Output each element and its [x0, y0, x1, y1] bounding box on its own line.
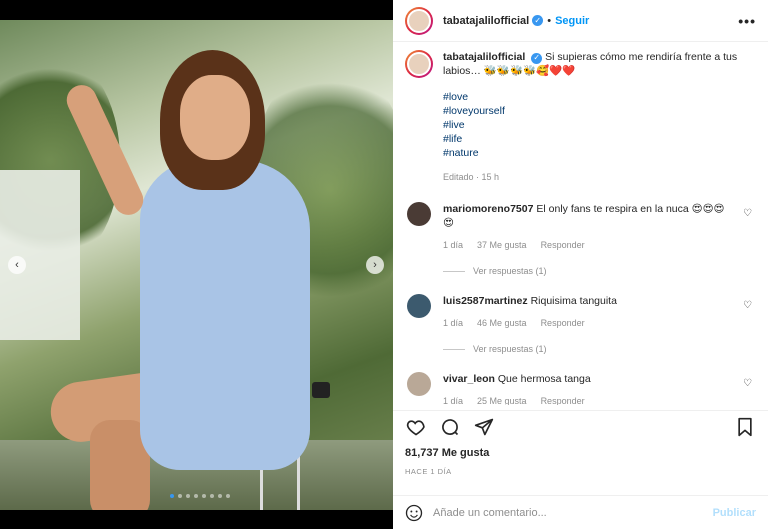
commenter-username[interactable]: mariomoreno7507: [443, 203, 533, 215]
avatar-image: [407, 8, 431, 33]
hashtag-list: #love #loveyourself #live #life #nature: [443, 90, 743, 160]
reply-button[interactable]: Responder: [541, 316, 585, 330]
post-caption: tabatajalilofficial ✓ Si supieras cómo m…: [405, 50, 756, 184]
hashtag-link[interactable]: #live: [443, 118, 743, 132]
post-media: ‹ ›: [0, 0, 393, 529]
profile-avatar[interactable]: [405, 6, 433, 35]
like-comment-heart-icon[interactable]: ♡: [743, 378, 752, 389]
view-replies-label: Ver respuestas (1): [473, 266, 547, 276]
comment-item: mariomoreno7507 El only fans te respira …: [405, 202, 756, 252]
post-panel: tabatajalilofficial ✓ • Seguir ••• tabat…: [393, 0, 768, 529]
post-header: tabatajalilofficial ✓ • Seguir •••: [393, 0, 768, 42]
like-count[interactable]: 81,737 Me gusta: [405, 447, 489, 459]
carousel-dot: [226, 494, 230, 498]
comment-age[interactable]: 1 día: [443, 394, 463, 405]
avatar-image: [407, 52, 431, 76]
hashtag-link[interactable]: #life: [443, 132, 743, 146]
post-timestamp: HACE 1 DÍA: [405, 467, 452, 476]
commenter-avatar[interactable]: [407, 294, 431, 318]
comment-bubble-icon[interactable]: [439, 416, 461, 438]
caption-username[interactable]: tabatajalilofficial: [443, 51, 525, 63]
add-comment-bar: Publicar: [393, 495, 768, 529]
carousel-dot: [202, 494, 206, 498]
carousel-next-button[interactable]: ›: [366, 256, 384, 274]
commenter-avatar[interactable]: [407, 372, 431, 396]
carousel-prev-button[interactable]: ‹: [8, 256, 26, 274]
post-photo[interactable]: [0, 20, 393, 510]
hashtag-link[interactable]: #love: [443, 90, 743, 104]
carousel-dot: [218, 494, 222, 498]
comment-item: luis2587martinez Riquisima tanguita 1 dí…: [405, 294, 756, 330]
comment-text: Que hermosa tanga: [497, 373, 591, 385]
emoji-icon[interactable]: [405, 504, 423, 522]
carousel-dot: [170, 494, 174, 498]
publish-button[interactable]: Publicar: [713, 507, 756, 519]
comments-list[interactable]: tabatajalilofficial ✓ Si supieras cómo m…: [393, 50, 768, 405]
hashtag-link[interactable]: #loveyourself: [443, 104, 743, 118]
comment-item: vivar_leon Que hermosa tanga 1 día 25 Me…: [405, 372, 756, 405]
replies-line: [443, 348, 465, 350]
separator-dot: •: [547, 14, 552, 27]
verified-badge-icon: ✓: [532, 15, 544, 26]
smartwatch: [312, 382, 330, 398]
comment-age[interactable]: 1 día: [443, 238, 463, 252]
share-paper-plane-icon[interactable]: [473, 416, 495, 438]
background-wall: [0, 170, 80, 340]
like-comment-heart-icon[interactable]: ♡: [743, 300, 752, 311]
profile-avatar[interactable]: [405, 50, 433, 78]
view-replies-label: Ver respuestas (1): [473, 344, 547, 354]
commenter-username[interactable]: luis2587martinez: [443, 295, 528, 307]
like-comment-heart-icon[interactable]: ♡: [743, 208, 752, 219]
save-bookmark-icon[interactable]: [734, 416, 756, 438]
comment-likes[interactable]: 37 Me gusta: [477, 238, 527, 252]
carousel-dot: [178, 494, 182, 498]
commenter-avatar[interactable]: [407, 202, 431, 226]
like-heart-icon[interactable]: [405, 416, 427, 438]
view-replies-button[interactable]: Ver respuestas (1): [443, 266, 756, 276]
caption-edited-time: Editado · 15 h: [443, 172, 500, 182]
carousel-dot: [186, 494, 190, 498]
person-dress: [140, 160, 310, 470]
author-username[interactable]: tabatajalilofficial: [443, 15, 529, 27]
comment-likes[interactable]: 46 Me gusta: [477, 316, 527, 330]
follow-button[interactable]: Seguir: [555, 15, 589, 27]
replies-line: [443, 270, 465, 272]
reply-button[interactable]: Responder: [541, 238, 585, 252]
hashtag-link[interactable]: #nature: [443, 146, 743, 160]
comment-likes[interactable]: 25 Me gusta: [477, 394, 527, 405]
verified-badge-icon: ✓: [531, 52, 543, 64]
commenter-username[interactable]: vivar_leon: [443, 373, 495, 385]
person-face: [180, 75, 250, 160]
comment-text: Riquisima tanguita: [530, 295, 617, 307]
comment-input[interactable]: [433, 506, 713, 519]
carousel-indicator: [170, 494, 230, 498]
view-replies-button[interactable]: Ver respuestas (1): [443, 344, 756, 354]
comment-age[interactable]: 1 día: [443, 316, 463, 330]
reply-button[interactable]: Responder: [541, 394, 585, 405]
carousel-dot: [210, 494, 214, 498]
more-options-icon[interactable]: •••: [738, 13, 756, 29]
post-actions: [393, 410, 768, 442]
carousel-dot: [194, 494, 198, 498]
